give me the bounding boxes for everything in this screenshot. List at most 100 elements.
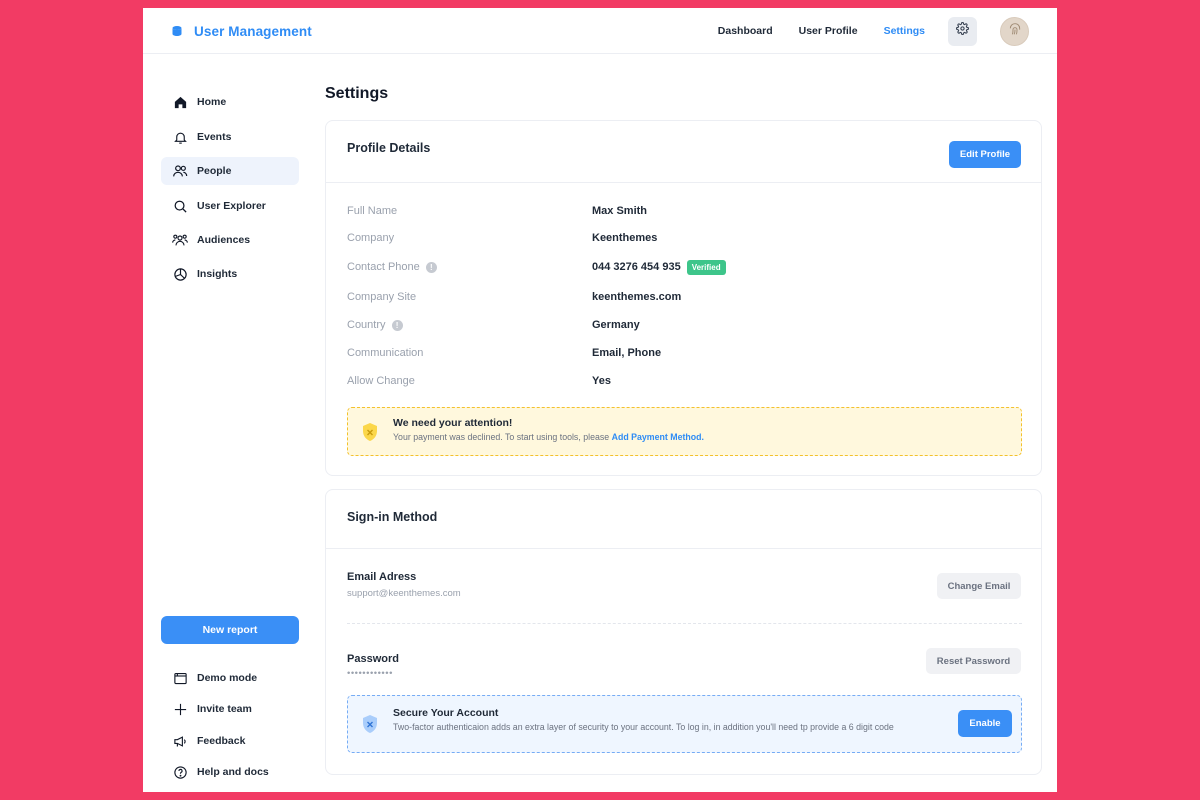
window-icon	[171, 669, 189, 687]
home-icon	[171, 93, 189, 111]
field-key: Company	[347, 232, 395, 244]
sidebar-item-label: Insights	[197, 268, 238, 280]
payment-warning-notice: We need your attention! Your payment was…	[347, 407, 1022, 456]
email-block: Email Adress support@keenthemes.com	[347, 571, 461, 599]
divider	[347, 623, 1022, 624]
shield-security-icon	[361, 714, 379, 734]
sidebar-item-events[interactable]: Events	[161, 123, 299, 151]
pie-chart-icon	[171, 265, 189, 283]
field-key: Country	[347, 319, 386, 331]
field-company-site: Company Site keenthemes.com	[347, 287, 1017, 307]
sidebar-item-insights[interactable]: Insights	[161, 260, 299, 288]
password-value: ••••••••••••	[347, 668, 393, 679]
verified-badge: Verified	[686, 259, 726, 275]
sidebar-item-label: Audiences	[197, 234, 251, 246]
field-key-wrap: Country !	[347, 319, 592, 331]
help-icon	[171, 763, 189, 781]
sidebar-item-label: People	[197, 165, 232, 177]
app-title: User Management	[194, 23, 312, 39]
card-header: Sign-in Method	[326, 490, 1041, 549]
field-value-wrap: 044 3276 454 935 Verified	[592, 259, 726, 275]
sidebar-item-label: Demo mode	[197, 672, 258, 684]
top-nav: Dashboard User Profile Settings	[718, 8, 1029, 54]
signin-method-card: Sign-in Method Email Adress support@keen…	[325, 489, 1042, 775]
card-header: Profile Details Edit Profile	[326, 121, 1041, 183]
field-key: Allow Change	[347, 375, 415, 387]
field-key: Company Site	[347, 291, 417, 303]
sidebar-item-label: User Explorer	[197, 200, 266, 212]
bell-icon	[171, 128, 189, 146]
notice-text-wrap: Your payment was declined. To start usin…	[393, 432, 704, 443]
field-allow-change: Allow Change Yes	[347, 371, 1017, 391]
field-key: Contact Phone	[347, 261, 420, 273]
sidebar-item-people[interactable]: People	[161, 157, 299, 185]
sidebar-item-audiences[interactable]: Audiences	[161, 226, 299, 254]
field-key: Full Name	[347, 205, 398, 217]
plus-icon	[171, 700, 189, 718]
nav-user-profile[interactable]: User Profile	[799, 25, 858, 37]
nav-settings[interactable]: Settings	[884, 25, 925, 37]
new-report-button[interactable]: New report	[161, 616, 299, 644]
field-value: Max Smith	[592, 205, 648, 217]
info-icon[interactable]: !	[391, 319, 403, 331]
sidebar: Home Events People User Explorer Audienc…	[161, 54, 299, 792]
email-label: Email Adress	[347, 571, 417, 583]
field-value: Keenthemes	[592, 232, 658, 244]
password-label: Password	[347, 653, 399, 665]
sidebar-item-label: Events	[197, 131, 232, 143]
notice-body: Secure Your Account Two-factor authentic…	[393, 707, 894, 733]
settings-button[interactable]	[948, 16, 977, 46]
field-communication: Communication Email, Phone	[347, 343, 1017, 363]
sidebar-item-label: Home	[197, 96, 227, 108]
info-icon[interactable]: !	[425, 261, 437, 273]
field-value: 044 3276 454 935	[592, 261, 681, 273]
notice-body: We need your attention! Your payment was…	[393, 417, 704, 443]
app-window: User Management Dashboard User Profile S…	[143, 8, 1057, 792]
sidebar-item-feedback[interactable]: Feedback	[161, 727, 299, 755]
field-value[interactable]: keenthemes.com	[592, 291, 681, 303]
reset-password-button[interactable]: Reset Password	[926, 648, 1021, 674]
notice-title: Secure Your Account	[393, 707, 499, 719]
gear-icon	[956, 22, 969, 40]
sidebar-item-home[interactable]: Home	[161, 88, 299, 116]
field-key: Communication	[347, 347, 424, 359]
sidebar-item-label: Feedback	[197, 735, 246, 747]
sidebar-item-demo-mode[interactable]: Demo mode	[161, 664, 299, 692]
sidebar-item-user-explorer[interactable]: User Explorer	[161, 192, 299, 220]
notice-text: Two-factor authenticaion adds an extra l…	[393, 722, 894, 732]
shield-warning-icon	[361, 422, 379, 442]
notice-title: We need your attention!	[393, 417, 513, 429]
add-payment-method-link[interactable]: Add Payment Method.	[612, 432, 704, 442]
enable-2fa-button[interactable]: Enable	[958, 710, 1012, 737]
page-title: Settings	[325, 85, 389, 102]
audiences-icon	[171, 231, 189, 249]
card-title: Profile Details	[347, 141, 431, 155]
people-icon	[171, 162, 189, 180]
brand[interactable]: User Management	[171, 8, 312, 54]
sidebar-item-label: Help and docs	[197, 766, 269, 778]
field-full-name: Full Name Max Smith	[347, 201, 1017, 221]
field-contact-phone: Contact Phone ! 044 3276 454 935 Verifie…	[347, 257, 1017, 277]
megaphone-icon	[171, 732, 189, 750]
sidebar-item-help[interactable]: Help and docs	[161, 758, 299, 786]
edit-profile-button[interactable]: Edit Profile	[949, 141, 1021, 168]
nav-dashboard[interactable]: Dashboard	[718, 25, 773, 37]
sidebar-item-invite-team[interactable]: Invite team	[161, 695, 299, 723]
email-value: support@keenthemes.com	[347, 588, 461, 599]
field-value: Yes	[592, 375, 611, 387]
field-country: Country ! Germany	[347, 315, 1017, 335]
field-value: Email, Phone	[592, 347, 662, 359]
fingerprint-icon	[1007, 21, 1023, 42]
sidebar-item-label: Invite team	[197, 703, 252, 715]
field-company: Company Keenthemes	[347, 228, 1017, 248]
search-icon	[171, 197, 189, 215]
database-icon	[171, 25, 183, 37]
secure-account-notice: Secure Your Account Two-factor authentic…	[347, 695, 1022, 753]
card-title: Sign-in Method	[347, 510, 438, 524]
top-bar: User Management Dashboard User Profile S…	[143, 8, 1057, 54]
notice-text: Your payment was declined. To start usin…	[393, 432, 612, 442]
avatar[interactable]	[1000, 16, 1029, 46]
change-email-button[interactable]: Change Email	[937, 573, 1021, 599]
profile-details-card: Profile Details Edit Profile Full Name M…	[325, 120, 1042, 476]
field-value: Germany	[592, 319, 640, 331]
